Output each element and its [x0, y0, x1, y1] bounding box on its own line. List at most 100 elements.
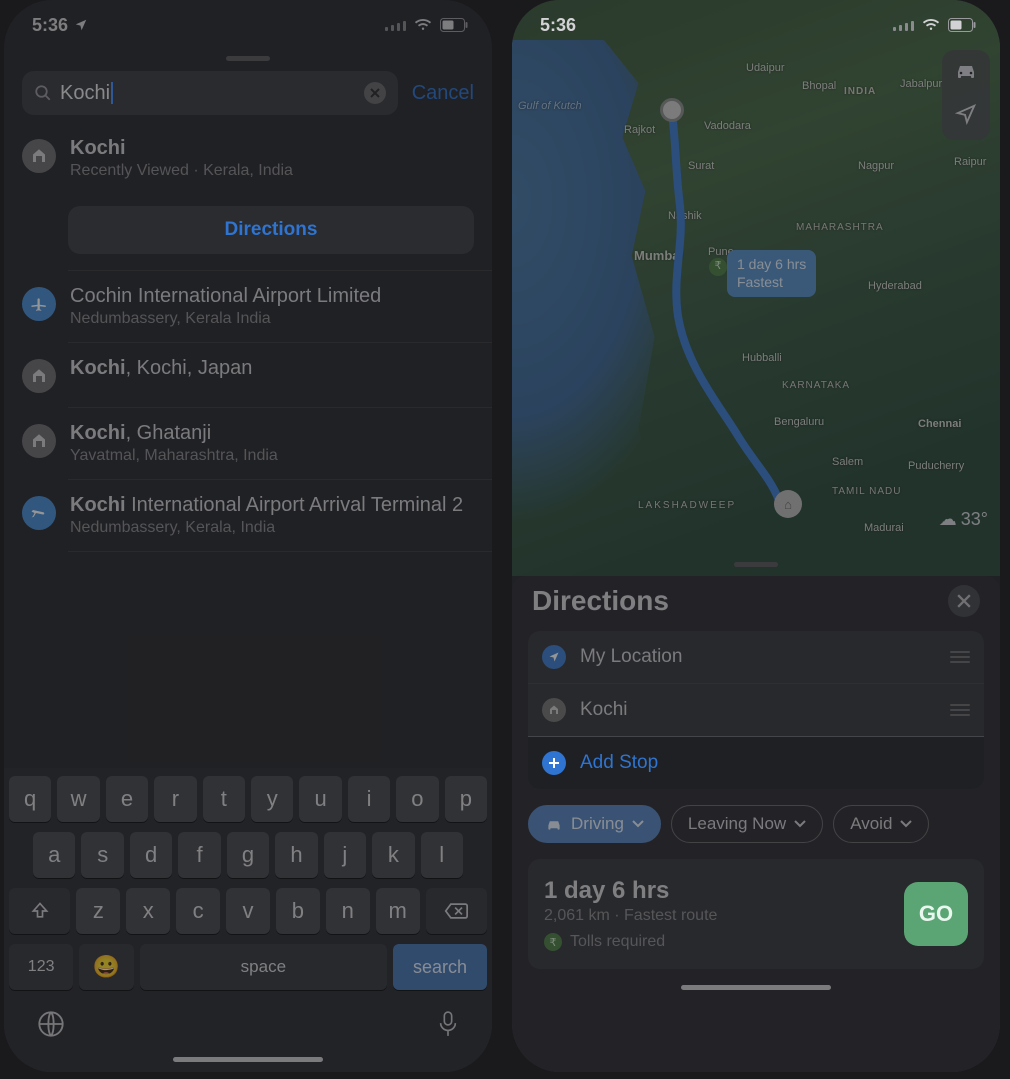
stop-label: Kochi — [580, 699, 628, 721]
key-d[interactable]: d — [130, 832, 172, 878]
key-s[interactable]: s — [81, 832, 123, 878]
wifi-icon — [922, 18, 940, 32]
key-b[interactable]: b — [276, 888, 320, 934]
plus-icon — [542, 751, 566, 775]
result-title: Kochi, Kochi, Japan — [70, 357, 474, 380]
key-backspace[interactable] — [426, 888, 487, 934]
search-result[interactable]: Kochi, Ghatanji Yavatmal, Maharashtra, I… — [4, 408, 492, 479]
go-button[interactable]: GO — [904, 882, 968, 946]
wifi-icon — [414, 18, 432, 32]
search-result[interactable]: Kochi Recently Viewed · Kerala, India — [4, 123, 492, 194]
place-icon — [22, 139, 56, 173]
directions-sheet: Directions My Location Kochi — [512, 576, 1000, 1072]
sheet-grabber[interactable] — [734, 562, 778, 567]
search-result[interactable]: Kochi International Airport Arrival Term… — [4, 480, 492, 551]
search-result[interactable]: Cochin International Airport Limited Ned… — [4, 271, 492, 342]
route-card[interactable]: 1 day 6 hrs 2,061 km · Fastest route ₹ T… — [528, 859, 984, 969]
key-l[interactable]: l — [421, 832, 463, 878]
search-result[interactable]: Kochi, Kochi, Japan — [4, 343, 492, 407]
dictation-key[interactable] — [437, 1010, 459, 1043]
key-shift[interactable] — [9, 888, 70, 934]
map-label: Raipur — [954, 156, 986, 168]
reorder-handle-icon[interactable] — [950, 704, 970, 716]
route-time-badge[interactable]: ₹ 1 day 6 hrs Fastest — [727, 250, 816, 297]
add-stop-button[interactable]: Add Stop — [528, 736, 984, 789]
result-title: Cochin International Airport Limited — [70, 285, 474, 308]
key-123[interactable]: 123 — [9, 944, 73, 990]
cellular-signal-icon — [385, 19, 406, 31]
toll-icon: ₹ — [709, 258, 727, 276]
search-field[interactable]: Kochi — [22, 71, 398, 115]
key-space[interactable]: space — [140, 944, 387, 990]
cellular-signal-icon — [893, 19, 914, 31]
route-start-pin[interactable] — [660, 98, 684, 122]
key-z[interactable]: z — [76, 888, 120, 934]
map-region: INDIA — [844, 86, 876, 97]
route-line — [658, 106, 858, 546]
key-w[interactable]: w — [57, 776, 99, 822]
result-subtitle: Yavatmal, Maharashtra, India — [70, 447, 474, 465]
place-icon — [22, 359, 56, 393]
option-pills: Driving Leaving Now Avoid — [528, 805, 984, 843]
key-n[interactable]: n — [326, 888, 370, 934]
battery-icon — [440, 18, 468, 32]
key-u[interactable]: u — [299, 776, 341, 822]
stop-row[interactable]: Kochi — [528, 683, 984, 736]
map-label: Udaipur — [746, 62, 785, 74]
close-button[interactable] — [948, 585, 980, 617]
weather-widget[interactable]: ☁33° — [939, 509, 988, 530]
key-v[interactable]: v — [226, 888, 270, 934]
clear-search-button[interactable] — [364, 82, 386, 104]
stop-row[interactable]: My Location — [528, 631, 984, 683]
map-label: Gulf of Kutch — [518, 100, 582, 112]
map-label: Puducherry — [908, 460, 964, 472]
key-i[interactable]: i — [348, 776, 390, 822]
key-c[interactable]: c — [176, 888, 220, 934]
key-e[interactable]: e — [106, 776, 148, 822]
toll-icon: ₹ — [544, 933, 562, 951]
key-g[interactable]: g — [227, 832, 269, 878]
stops-list: My Location Kochi Add Stop — [528, 631, 984, 789]
phone-right: 5:36 Udaipur Bhopal INDIA Jabalpur Rajko… — [512, 0, 1000, 1072]
search-input[interactable]: Kochi — [60, 82, 356, 105]
key-m[interactable]: m — [376, 888, 420, 934]
directions-button[interactable]: Directions — [68, 206, 474, 254]
result-subtitle: Nedumbassery, Kerala, India — [70, 519, 474, 537]
key-r[interactable]: r — [154, 776, 196, 822]
recenter-icon[interactable] — [955, 103, 977, 130]
pill-avoid[interactable]: Avoid — [833, 805, 929, 843]
key-h[interactable]: h — [275, 832, 317, 878]
map-label: Bhopal — [802, 80, 836, 92]
key-a[interactable]: a — [33, 832, 75, 878]
reorder-handle-icon[interactable] — [950, 651, 970, 663]
home-indicator[interactable] — [173, 1057, 323, 1062]
chevron-down-icon — [900, 820, 912, 828]
key-p[interactable]: p — [445, 776, 487, 822]
result-title: Kochi, Ghatanji — [70, 422, 474, 445]
pill-leaving-now[interactable]: Leaving Now — [671, 805, 823, 843]
transport-mode-icon[interactable] — [954, 60, 978, 85]
sheet-title: Directions — [532, 585, 669, 617]
key-search[interactable]: search — [393, 944, 487, 990]
map-view[interactable]: 5:36 Udaipur Bhopal INDIA Jabalpur Rajko… — [512, 0, 1000, 576]
key-k[interactable]: k — [372, 832, 414, 878]
location-services-icon — [74, 18, 88, 32]
pill-driving[interactable]: Driving — [528, 805, 661, 843]
key-f[interactable]: f — [178, 832, 220, 878]
home-indicator[interactable] — [681, 985, 831, 990]
route-end-pin[interactable]: ⌂ — [774, 490, 802, 518]
key-y[interactable]: y — [251, 776, 293, 822]
key-j[interactable]: j — [324, 832, 366, 878]
key-t[interactable]: t — [203, 776, 245, 822]
status-bar: 5:36 — [4, 0, 492, 42]
result-title: Kochi — [70, 137, 474, 160]
emoji-key[interactable]: 😀 — [79, 944, 133, 990]
key-q[interactable]: q — [9, 776, 51, 822]
key-o[interactable]: o — [396, 776, 438, 822]
map-label: Hyderabad — [868, 280, 922, 292]
key-x[interactable]: x — [126, 888, 170, 934]
cancel-button[interactable]: Cancel — [412, 82, 474, 105]
globe-key[interactable] — [37, 1010, 65, 1043]
keyboard: q w e r t y u i o p a s d f g h j k l z — [4, 768, 492, 1072]
sheet-grabber[interactable] — [226, 56, 270, 61]
